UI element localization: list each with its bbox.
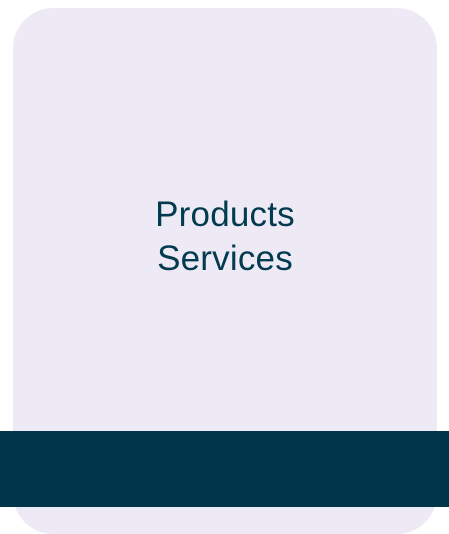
diagram-canvas: Products Services <box>0 0 449 534</box>
footer-band <box>0 431 449 507</box>
card-line-products: Products <box>155 195 295 234</box>
card-label: Products Services <box>13 193 437 281</box>
card-line-services: Services <box>157 239 293 278</box>
